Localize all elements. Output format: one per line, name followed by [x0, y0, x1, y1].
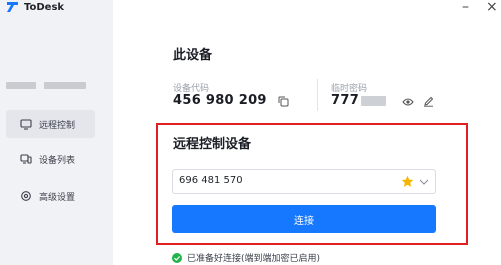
- this-device-title: 此设备: [173, 48, 213, 63]
- star-icon[interactable]: [401, 175, 414, 188]
- sidebar-item-remote-control[interactable]: 远程控制: [6, 110, 95, 138]
- close-button[interactable]: ×: [486, 0, 498, 14]
- brand: ToDesk: [6, 1, 64, 13]
- device-list-icon: [20, 154, 32, 164]
- connection-status: 已准备好连接(端到端加密已启用): [172, 251, 320, 264]
- device-code-value: 456 980 209: [173, 93, 267, 108]
- sidebar-item-advanced-settings[interactable]: 高级设置: [6, 182, 95, 210]
- sidebar-item-device-list[interactable]: 设备列表: [6, 145, 95, 173]
- chevron-down-icon[interactable]: [419, 178, 429, 186]
- app-name: ToDesk: [24, 1, 65, 13]
- sidebar-item-label: 设备列表: [39, 155, 76, 166]
- remote-code-value: 696 481 570: [179, 175, 243, 186]
- sidebar-item-label: 高级设置: [39, 192, 76, 203]
- gear-icon: [21, 191, 31, 201]
- user-name-redacted: [6, 82, 86, 89]
- connect-button[interactable]: 连接: [172, 205, 436, 233]
- todesk-logo-icon: [7, 2, 18, 12]
- divider: [317, 79, 318, 111]
- copy-icon[interactable]: [278, 96, 289, 107]
- temp-password-value: 777: [331, 93, 360, 108]
- check-circle-icon: [172, 252, 182, 263]
- remote-control-title: 远程控制设备: [173, 137, 252, 152]
- temp-password-redacted: [361, 96, 386, 106]
- sidebar-item-label: 远程控制: [39, 120, 76, 131]
- minimize-button[interactable]: –: [462, 0, 469, 14]
- status-text: 已准备好连接(端到端加密已启用): [187, 254, 321, 264]
- remote-code-input[interactable]: 696 481 570: [172, 169, 436, 194]
- sidebar: ToDesk 远程控制 设备列表 高级设置: [0, 0, 113, 265]
- eye-icon[interactable]: [402, 97, 414, 107]
- remote-control-icon: [20, 119, 32, 130]
- edit-icon[interactable]: [423, 96, 434, 107]
